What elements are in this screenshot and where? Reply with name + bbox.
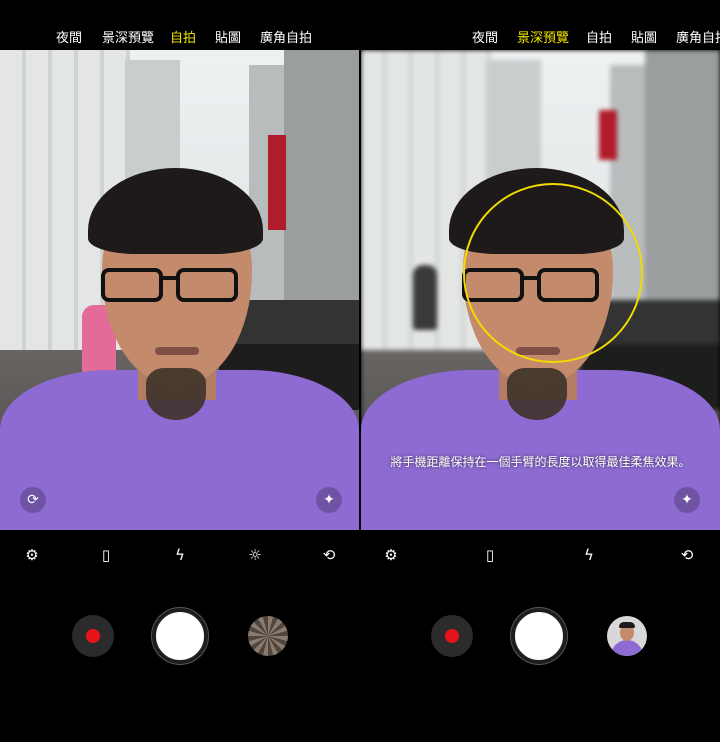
mode-night[interactable]: 夜間 bbox=[56, 27, 82, 46]
shutter-button[interactable] bbox=[511, 608, 567, 664]
mode-wide-selfie[interactable]: 廣角自拍 bbox=[260, 27, 312, 46]
capture-controls bbox=[361, 605, 720, 667]
camera-toolbar: ⚙ ▯ ϟ ⟲ bbox=[361, 530, 720, 580]
camera-toolbar: ⚙ ▯ ϟ ☼ ⟲ bbox=[0, 530, 359, 580]
mode-sticker[interactable]: 貼圖 bbox=[631, 27, 657, 46]
gallery-thumbnail[interactable] bbox=[248, 616, 288, 656]
mode-depth-preview[interactable]: 景深預覽 bbox=[517, 27, 569, 46]
mode-bar: 夜間 景深預覽 自拍 貼圖 廣角自拍 bbox=[0, 0, 359, 50]
mode-night[interactable]: 夜間 bbox=[472, 27, 498, 46]
aspect-ratio-icon[interactable]: ▯ bbox=[96, 545, 116, 565]
capture-controls bbox=[0, 605, 359, 667]
sparkle-filter-icon[interactable]: ✦ bbox=[674, 487, 700, 513]
gallery-thumbnail[interactable] bbox=[607, 616, 647, 656]
flash-off-icon[interactable]: ϟ bbox=[170, 545, 190, 565]
mode-selfie[interactable]: 自拍 bbox=[170, 27, 196, 46]
gear-icon[interactable]: ⚙ bbox=[22, 545, 42, 565]
mode-bar: 夜間 景深預覽 自拍 貼圖 廣角自拍 bbox=[361, 0, 720, 50]
viewfinder[interactable]: 將手機距離保持在一個手臂的長度以取得最佳柔焦效果。 ✦ bbox=[361, 50, 720, 530]
aspect-ratio-icon[interactable]: ▯ bbox=[480, 545, 500, 565]
sparkle-filter-icon[interactable]: ✦ bbox=[316, 487, 342, 513]
record-video-button[interactable] bbox=[431, 615, 473, 657]
face-focus-ring bbox=[463, 183, 643, 363]
split-screenshot: 夜間 景深預覽 自拍 貼圖 廣角自拍 ⟳ ✦ ⚙ ▯ ϟ ☼ ⟲ 夜間 景深預覽… bbox=[0, 0, 720, 742]
depth-hint-text: 將手機距離保持在一個手臂的長度以取得最佳柔焦效果。 bbox=[390, 455, 691, 469]
brightness-icon[interactable]: ☼ bbox=[245, 545, 265, 565]
mode-wide-selfie[interactable]: 廣角自拍 bbox=[676, 27, 720, 46]
shutter-button[interactable] bbox=[152, 608, 208, 664]
camera-screen-selfie: 夜間 景深預覽 自拍 貼圖 廣角自拍 ⟳ ✦ ⚙ ▯ ϟ ☼ ⟲ bbox=[0, 0, 359, 742]
mode-sticker[interactable]: 貼圖 bbox=[215, 27, 241, 46]
gear-icon[interactable]: ⚙ bbox=[381, 545, 401, 565]
record-video-button[interactable] bbox=[72, 615, 114, 657]
camera-screen-depth-preview: 夜間 景深預覽 自拍 貼圖 廣角自拍 bbox=[361, 0, 720, 742]
mode-depth-preview[interactable]: 景深預覽 bbox=[102, 27, 154, 46]
flash-off-icon[interactable]: ϟ bbox=[579, 545, 599, 565]
beauty-face-icon[interactable]: ⟳ bbox=[20, 487, 46, 513]
mode-selfie[interactable]: 自拍 bbox=[586, 27, 612, 46]
switch-camera-icon[interactable]: ⟲ bbox=[319, 545, 339, 565]
switch-camera-icon[interactable]: ⟲ bbox=[677, 545, 697, 565]
viewfinder[interactable]: ⟳ ✦ bbox=[0, 50, 359, 530]
